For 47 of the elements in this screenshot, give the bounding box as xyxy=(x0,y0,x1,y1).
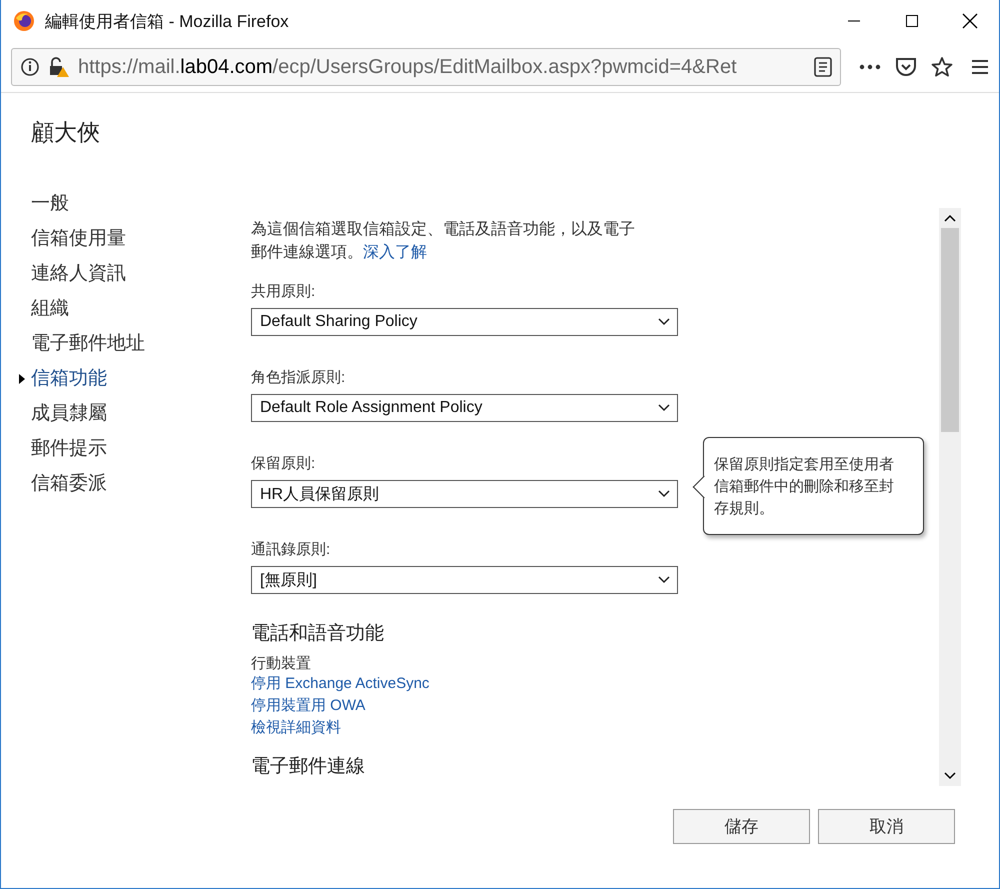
url-text[interactable]: https://mail.lab04.com/ecp/UsersGroups/EditMailbox.aspx?pwmcid=4&Ret xyxy=(78,56,806,78)
chevron-down-icon xyxy=(657,575,671,585)
field-label: 保留原則: xyxy=(251,454,316,473)
nav-item[interactable]: 一般 xyxy=(18,186,69,221)
scrollbar[interactable] xyxy=(939,208,961,786)
user-name: 顧大俠 xyxy=(31,118,101,147)
field-label: 共用原則: xyxy=(251,282,316,301)
window-title: 編輯使用者信箱 - Mozilla Firefox xyxy=(45,10,290,32)
pocket-icon[interactable] xyxy=(895,57,917,77)
action-link[interactable]: 停用裝置用 OWA xyxy=(251,695,366,717)
nav-item[interactable]: 信箱委派 xyxy=(18,466,107,501)
learn-more-link[interactable]: 深入了解 xyxy=(363,244,427,261)
lock-warning-icon[interactable] xyxy=(48,56,70,78)
intro-text: 為這個信箱選取信箱設定、電話及語音功能，以及電子郵件連線選項。深入了解 xyxy=(251,220,636,263)
save-button[interactable]: 儲存 xyxy=(673,809,810,844)
reader-view-icon[interactable] xyxy=(814,57,832,77)
nav-item[interactable]: 電子郵件地址 xyxy=(18,326,145,361)
action-link[interactable]: 停用 Exchange ActiveSync xyxy=(251,673,430,695)
nav-item[interactable]: 組織 xyxy=(18,291,69,326)
star-icon[interactable] xyxy=(931,56,953,78)
more-icon[interactable] xyxy=(859,64,881,70)
nav-item[interactable]: 信箱功能 xyxy=(18,361,107,396)
nav-item[interactable]: 連絡人資訊 xyxy=(18,256,126,291)
nav-item[interactable]: 信箱使用量 xyxy=(18,221,126,256)
info-icon[interactable] xyxy=(20,57,40,77)
chevron-down-icon xyxy=(657,489,671,499)
policy-dropdown[interactable]: HR人員保留原則 xyxy=(251,480,678,508)
section-heading: 電話和語音功能 xyxy=(251,622,385,646)
field-label: 角色指派原則: xyxy=(251,368,346,387)
caret-icon xyxy=(19,374,25,384)
maximize-icon[interactable] xyxy=(905,14,919,28)
close-icon[interactable] xyxy=(962,13,978,29)
action-link[interactable]: 檢視詳細資料 xyxy=(251,717,341,739)
policy-dropdown[interactable]: Default Role Assignment Policy xyxy=(251,394,678,422)
policy-dropdown[interactable]: [無原則] xyxy=(251,566,678,594)
address-bar[interactable]: https://mail.lab04.com/ecp/UsersGroups/EditMailbox.aspx?pwmcid=4&Ret xyxy=(11,48,841,86)
section-heading: 電子郵件連線 xyxy=(251,755,366,779)
field-label: 通訊錄原則: xyxy=(251,540,330,559)
menu-icon[interactable] xyxy=(971,59,989,75)
chevron-down-icon xyxy=(657,403,671,413)
cancel-button[interactable]: 取消 xyxy=(818,809,955,844)
chevron-down-icon xyxy=(657,317,671,327)
nav-item[interactable]: 郵件提示 xyxy=(18,431,107,466)
policy-dropdown[interactable]: Default Sharing Policy xyxy=(251,308,678,336)
firefox-logo-icon xyxy=(13,10,35,32)
subheading: 行動裝置 xyxy=(251,654,312,673)
nav-item[interactable]: 成員隸屬 xyxy=(18,396,107,431)
